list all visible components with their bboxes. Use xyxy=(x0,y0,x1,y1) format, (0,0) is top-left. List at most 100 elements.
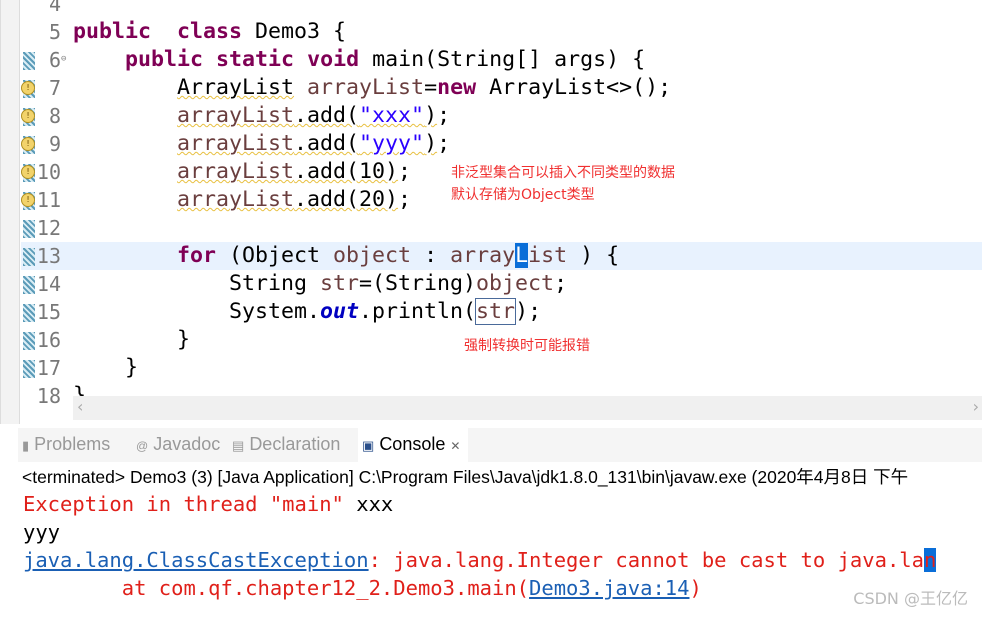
code-line[interactable]: 5 public class Demo3 { xyxy=(21,18,982,46)
code-token: : xyxy=(411,243,451,268)
horizontal-scrollbar[interactable]: ‹ › xyxy=(73,396,982,420)
code-editor[interactable]: 4 5 public class Demo3 {6 ⊖ public static v… xyxy=(0,0,982,424)
code-line[interactable]: 4 xyxy=(21,0,982,18)
code-token: str xyxy=(320,271,360,296)
code-token: main(String[] args) { xyxy=(359,47,646,72)
annotation-note-1: 非泛型集合可以插入不同类型的数据 默认存储为Object类型 xyxy=(451,162,675,206)
line-number: 15 xyxy=(36,300,61,324)
code-line[interactable]: ! 8 arrayList.add("xxx"); xyxy=(21,102,982,130)
code-line[interactable]: ! 9 arrayList.add("yyy"); xyxy=(21,130,982,158)
tab-label: Problems xyxy=(34,434,111,454)
code-line[interactable]: ! 7 ArrayList arrayList=new ArrayList<>()… xyxy=(21,74,982,102)
code-text: public class Demo3 { xyxy=(73,18,346,46)
code-token: static xyxy=(216,47,295,72)
problems-icon: ▮ xyxy=(22,438,30,453)
console-line: yyy xyxy=(23,518,60,546)
tab-javadoc[interactable]: @ Javadoc xyxy=(136,434,220,455)
line-number: 18 xyxy=(36,384,61,408)
tab-console[interactable]: ▣ Console ✕ xyxy=(358,428,469,463)
code-text: arrayList.add("xxx"); xyxy=(73,102,450,130)
code-token: class xyxy=(177,19,243,44)
code-token: for xyxy=(177,243,217,268)
tab-declaration[interactable]: ▤ Declaration xyxy=(232,434,340,455)
line-number: 10 xyxy=(36,160,61,184)
code-token: "yyy" xyxy=(359,131,425,156)
view-tabs: ▮ Problems @ Javadoc ▤ Declaration ▣ Con… xyxy=(18,428,982,463)
annotation-text: 非泛型集合可以插入不同类型的数据 xyxy=(451,165,675,181)
tab-problems[interactable]: ▮ Problems xyxy=(22,434,110,455)
code-token: object xyxy=(476,271,555,296)
console-output[interactable]: <terminated> Demo3 (3) [Java Application… xyxy=(18,462,982,617)
watermark: CSDN @王亿亿 xyxy=(853,589,968,608)
exception-link[interactable]: java.lang.ClassCastException xyxy=(23,548,369,572)
code-token: arrayList xyxy=(177,187,295,212)
code-token: ; xyxy=(398,187,412,212)
code-token: object xyxy=(333,243,412,268)
fold-icon[interactable]: ⊖ xyxy=(61,54,66,64)
code-line[interactable]: 17 } xyxy=(21,354,982,382)
tab-label: Console xyxy=(379,434,446,454)
annotation-text: 默认存储为Object类型 xyxy=(451,187,595,203)
scroll-left-icon[interactable]: ‹ xyxy=(77,397,83,416)
code-token: ); xyxy=(515,299,542,324)
code-token: System. xyxy=(73,299,321,324)
console-output-text: xxx xyxy=(343,492,394,516)
scroll-right-icon[interactable]: › xyxy=(973,397,979,416)
tab-label: Javadoc xyxy=(153,434,221,454)
code-token: ) { xyxy=(567,243,620,268)
console-output-text: yyy xyxy=(23,520,61,544)
code-token: =(String) xyxy=(359,271,477,296)
code-token: out xyxy=(320,299,360,324)
code-text: String str=(String)object; xyxy=(73,270,567,298)
line-number: 4 xyxy=(48,0,61,16)
line-number: 6 xyxy=(48,48,61,72)
console-error-text: at com.qf.chapter12_2.Demo3.main( xyxy=(23,576,530,600)
code-token: .add( xyxy=(294,131,360,156)
code-text: System.out.println(str); xyxy=(73,298,541,326)
code-line[interactable]: 6 ⊖ public static void main(String[] args… xyxy=(21,46,982,74)
code-token: ) xyxy=(424,103,438,128)
tab-label: Declaration xyxy=(249,434,341,454)
line-number: 12 xyxy=(36,216,61,240)
code-line[interactable]: 12 xyxy=(21,214,982,242)
console-selection: n xyxy=(923,548,937,572)
line-number: 14 xyxy=(36,272,61,296)
code-token: Demo3 { xyxy=(242,19,347,44)
code-text: ArrayList arrayList=new ArrayList<>(); xyxy=(73,74,671,102)
code-token: } xyxy=(73,355,139,380)
code-text: } xyxy=(73,354,138,382)
code-token: "xxx" xyxy=(359,103,425,128)
code-token: ) xyxy=(424,131,438,156)
code-token: ArrayList xyxy=(177,75,295,100)
code-line[interactable]: 13 for (Object object : arrayList ) { xyxy=(21,242,982,270)
code-text: arrayList.add(20); xyxy=(73,186,411,214)
annotation-note-2: 强制转换时可能报错 xyxy=(464,338,590,354)
code-token: ; xyxy=(554,271,568,296)
console-error-text: ) xyxy=(689,576,702,600)
code-text: for (Object object : arrayList ) { xyxy=(73,242,619,270)
code-token: (Object xyxy=(216,243,334,268)
code-token: str xyxy=(475,298,517,325)
code-token: arrayList xyxy=(307,75,425,100)
close-icon[interactable]: ✕ xyxy=(450,439,460,453)
stacktrace-link[interactable]: Demo3.java:14 xyxy=(529,576,689,600)
code-text: arrayList.add("yyy"); xyxy=(73,130,450,158)
editor-left-ruler xyxy=(1,0,20,424)
code-token: ArrayList<>(); xyxy=(476,75,672,100)
code-line[interactable]: 15 System.out.println(str); xyxy=(21,298,982,326)
code-token: arrayList xyxy=(177,103,295,128)
code-line[interactable]: 14 String str=(String)object; xyxy=(21,270,982,298)
code-token: ist xyxy=(528,243,568,268)
line-number: 8 xyxy=(48,104,61,128)
code-token: = xyxy=(424,75,438,100)
code-token: .add( xyxy=(294,103,360,128)
